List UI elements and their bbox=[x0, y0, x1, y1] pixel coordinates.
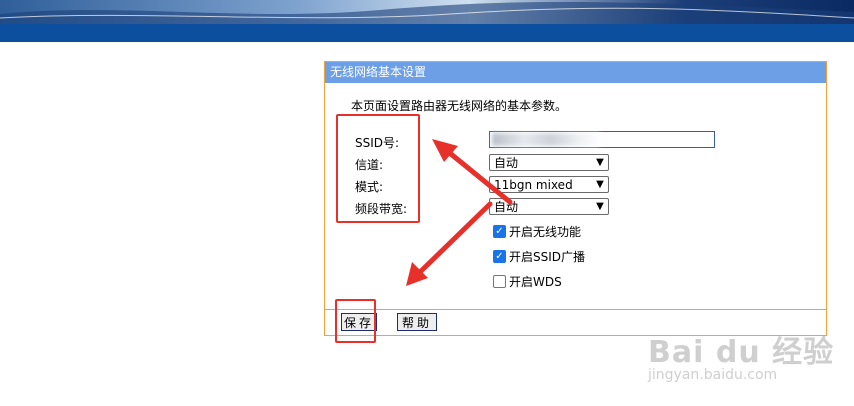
watermark-url: jingyan.baidu.com bbox=[648, 367, 778, 383]
ssid-broadcast-label: 开启SSID广播 bbox=[509, 250, 586, 264]
panel-divider bbox=[325, 309, 826, 310]
checkmark-icon: ✓ bbox=[495, 250, 504, 262]
wireless-enable-row: ✓ 开启无线功能 bbox=[493, 223, 581, 240]
panel-intro: 本页面设置路由器无线网络的基本参数。 bbox=[351, 99, 568, 113]
help-button[interactable]: 帮助 bbox=[397, 313, 437, 331]
header-bar bbox=[0, 24, 854, 42]
labels-highlight-box bbox=[336, 114, 420, 223]
wds-label: 开启WDS bbox=[509, 275, 562, 289]
channel-select-value: 自动 bbox=[494, 156, 519, 170]
banner-wave-graphic bbox=[0, 1, 854, 24]
ssid-broadcast-checkbox[interactable]: ✓ bbox=[493, 250, 506, 263]
wds-checkbox[interactable] bbox=[493, 275, 506, 288]
mode-select-value: 11bgn mixed bbox=[494, 177, 573, 192]
ssid-blurred-value bbox=[492, 133, 600, 146]
mode-select[interactable]: 11bgn mixed ▼ bbox=[489, 176, 609, 193]
wds-row: 开启WDS bbox=[493, 273, 562, 290]
chevron-down-icon: ▼ bbox=[596, 157, 604, 168]
bandwidth-select-value: 自动 bbox=[494, 200, 519, 214]
bandwidth-select[interactable]: 自动 ▼ bbox=[489, 198, 609, 215]
ssid-input[interactable] bbox=[489, 131, 715, 148]
chevron-down-icon: ▼ bbox=[596, 179, 604, 190]
ssid-broadcast-row: ✓ 开启SSID广播 bbox=[493, 248, 585, 265]
channel-select[interactable]: 自动 ▼ bbox=[489, 154, 609, 171]
baidu-watermark: Bai du 经验 jingyan.baidu.com bbox=[648, 327, 835, 383]
panel-title: 无线网络基本设置 bbox=[325, 62, 826, 83]
watermark-logo: Bai du 经验 bbox=[648, 335, 835, 370]
checkmark-icon: ✓ bbox=[495, 225, 504, 237]
wireless-enable-label: 开启无线功能 bbox=[509, 225, 582, 239]
wireless-enable-checkbox[interactable]: ✓ bbox=[493, 225, 506, 238]
chevron-down-icon: ▼ bbox=[596, 201, 604, 212]
header-banner bbox=[0, 0, 854, 24]
save-highlight-box bbox=[335, 299, 376, 343]
